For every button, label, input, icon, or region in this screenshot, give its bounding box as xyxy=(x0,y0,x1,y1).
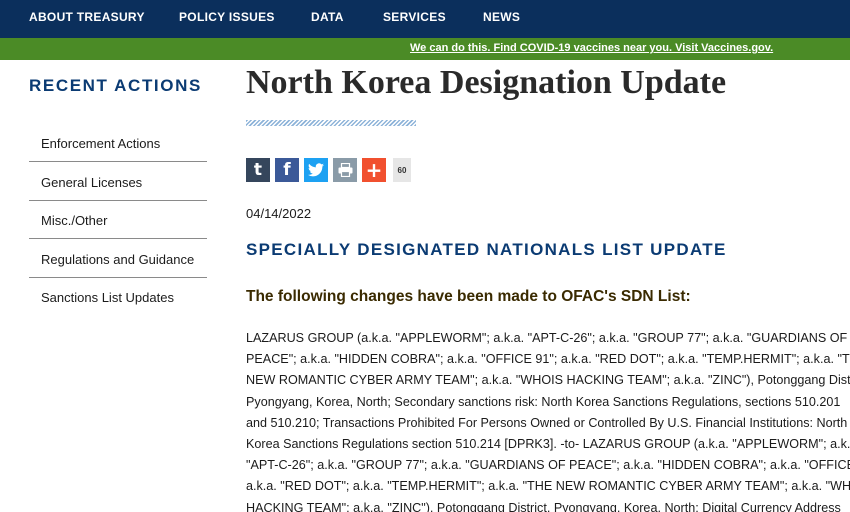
sidebar-item-enforcement-actions[interactable]: Enforcement Actions xyxy=(29,124,207,162)
sidebar-item-label: Misc./Other xyxy=(41,213,108,228)
text-line: LAZARUS GROUP (a.k.a. "APPLEWORM"; a.k.a… xyxy=(246,331,848,345)
sub-heading: The following changes have been made to … xyxy=(246,288,691,305)
nav-services[interactable]: SERVICES xyxy=(383,10,446,24)
text-line: a.k.a. "RED DOT"; a.k.a. "TEMP.HERMIT"; … xyxy=(246,479,850,494)
nav-policy-issues[interactable]: POLICY ISSUES xyxy=(179,10,275,24)
top-navigation: ABOUT TREASURY POLICY ISSUES DATA SERVIC… xyxy=(0,0,850,38)
plus-icon: + xyxy=(365,158,383,182)
sidebar-item-general-licenses[interactable]: General Licenses xyxy=(29,163,207,201)
page-title: North Korea Designation Update xyxy=(246,64,727,101)
sidebar-item-sanctions-list-updates[interactable]: Sanctions List Updates xyxy=(29,278,207,316)
text-line: NEW ROMANTIC CYBER ARMY TEAM"; a.k.a. "W… xyxy=(246,373,850,388)
sidebar-item-regulations-guidance[interactable]: Regulations and Guidance xyxy=(29,240,207,278)
sidebar-item-label: Sanctions List Updates xyxy=(41,290,174,305)
sidebar-item-label: Regulations and Guidance xyxy=(41,252,195,267)
sidebar-title: RECENT ACTIONS xyxy=(29,76,202,95)
nav-data[interactable]: DATA xyxy=(311,10,344,24)
more-share-button[interactable]: + xyxy=(362,158,386,182)
publish-date: 04/14/2022 xyxy=(246,206,312,221)
facebook-icon: f xyxy=(283,160,291,180)
nav-news[interactable]: NEWS xyxy=(483,10,520,24)
section-heading: SPECIALLY DESIGNATED NATIONALS LIST UPDA… xyxy=(246,240,727,259)
sidebar-item-label: General Licenses xyxy=(41,175,143,190)
sidebar-item-label: Enforcement Actions xyxy=(41,136,161,151)
title-divider xyxy=(246,120,416,126)
twitter-share-button[interactable] xyxy=(304,158,328,182)
tumblr-share-button[interactable]: t xyxy=(246,158,270,182)
text-line: PEACE"; a.k.a. "HIDDEN COBRA"; a.k.a. "O… xyxy=(246,352,850,367)
text-line: Pyongyang, Korea, North; Secondary sanct… xyxy=(246,394,841,409)
twitter-icon xyxy=(308,163,324,177)
print-share-button[interactable] xyxy=(333,158,357,182)
share-count: 60 xyxy=(393,158,411,182)
tumblr-icon: t xyxy=(253,160,263,180)
text-line: and 510.210; Transactions Prohibited For… xyxy=(246,415,848,430)
text-line: HACKING TEAM"; a.k.a. "ZINC"), Potonggan… xyxy=(246,500,841,512)
sdn-update-text: LAZARUS GROUP (a.k.a. "APPLEWORM"; a.k.a… xyxy=(246,328,850,512)
sidebar-item-misc-other[interactable]: Misc./Other xyxy=(29,201,207,239)
text-line: "APT-C-26"; a.k.a. "GROUP 77"; a.k.a. "G… xyxy=(246,458,850,473)
nav-about-treasury[interactable]: ABOUT TREASURY xyxy=(29,10,145,24)
vaccines-link[interactable]: We can do this. Find COVID-19 vaccines n… xyxy=(410,42,773,54)
print-icon xyxy=(338,163,353,177)
facebook-share-button[interactable]: f xyxy=(275,158,299,182)
covid-banner: We can do this. Find COVID-19 vaccines n… xyxy=(0,38,850,60)
text-line: Korea Sanctions Regulations section 510.… xyxy=(246,437,850,452)
